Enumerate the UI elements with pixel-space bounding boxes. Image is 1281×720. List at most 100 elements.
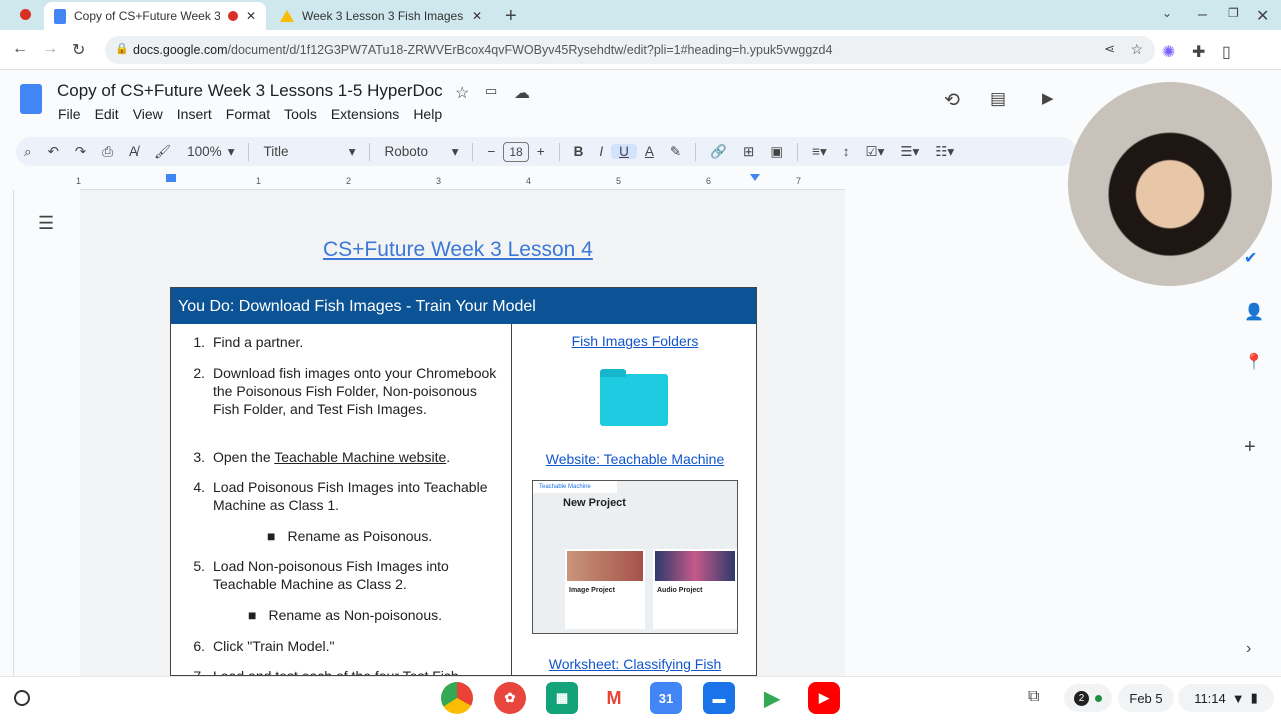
document-heading[interactable]: CS+Future Week 3 Lesson 4 — [323, 238, 593, 262]
teachable-machine-preview[interactable]: Teachable Machine New Project Image Proj… — [532, 480, 738, 634]
decrease-font-button[interactable]: − — [479, 144, 503, 159]
tab-docs[interactable]: Copy of CS+Future Week 3 ✕ — [44, 2, 266, 30]
folder-icon[interactable] — [600, 369, 668, 426]
url-input[interactable]: 🔒 docs.google.com/document/d/1f12G3PW7AT… — [105, 36, 1155, 64]
tab-drive[interactable]: Week 3 Lesson 3 Fish Images t ✕ — [270, 2, 492, 30]
restore-button[interactable]: ❐ — [1228, 6, 1239, 20]
star-icon[interactable]: ☆ — [1130, 41, 1143, 58]
lock-icon: 🔒 — [115, 43, 129, 55]
italic-button[interactable]: I — [591, 144, 611, 159]
resources-column: Fish Images Folders Website: Teachable M… — [512, 324, 756, 675]
date-button[interactable]: Feb 5 — [1118, 684, 1174, 712]
bold-button[interactable]: B — [566, 144, 592, 159]
menu-format[interactable]: Format — [226, 106, 270, 122]
menu-extensions[interactable]: Extensions — [331, 106, 399, 122]
image-icon[interactable]: ▣ — [762, 144, 791, 160]
list-item: 2. Download fish images onto your Chromeb… — [193, 365, 497, 417]
worksheet-link[interactable]: Worksheet: Classifying Fish — [512, 656, 756, 672]
font-size-input[interactable]: 18 — [503, 141, 529, 162]
minimize-button[interactable]: – — [1198, 6, 1207, 24]
vertical-ruler — [0, 190, 14, 676]
zoom-select[interactable]: 100% ▾ — [179, 144, 242, 160]
list-item: 1. Find a partner. — [193, 334, 304, 350]
tasks-icon[interactable]: ✔ — [1244, 248, 1257, 268]
close-icon[interactable]: ✕ — [472, 9, 482, 23]
play-store-icon[interactable]: ▶ — [756, 682, 788, 714]
teachable-machine-link[interactable]: Website: Teachable Machine — [512, 451, 756, 467]
close-icon[interactable]: ✕ — [246, 9, 256, 23]
cloud-icon[interactable]: ☁ — [514, 83, 530, 103]
comment-icon[interactable]: ▤ — [990, 89, 1006, 109]
checklist-icon[interactable]: ☑▾ — [858, 144, 893, 160]
extension-icon[interactable]: ✺ — [1162, 42, 1175, 62]
star-icon[interactable]: ☆ — [455, 83, 469, 103]
document-title[interactable]: Copy of CS+Future Week 3 Lessons 1-5 Hyp… — [57, 81, 443, 101]
list-item: 4. Load Poisonous Fish Images into Teacha… — [193, 479, 488, 513]
reload-button[interactable]: ↻ — [72, 40, 85, 60]
calendar-icon[interactable]: 31 — [650, 682, 682, 714]
sidepanel-icon[interactable]: ▯ — [1222, 42, 1231, 62]
search-icon[interactable]: ⌕ — [16, 144, 40, 160]
notification-tray[interactable]: 2 — [1064, 684, 1112, 712]
classroom-icon[interactable]: ▦ — [546, 682, 578, 714]
youtube-icon[interactable]: ▶ — [808, 682, 840, 714]
history-icon[interactable]: ⟲ — [944, 89, 960, 112]
link-icon[interactable]: 🔗 — [702, 144, 735, 160]
chevron-down-icon[interactable]: ⌄ — [1162, 6, 1172, 20]
back-button[interactable]: ← — [12, 40, 28, 58]
share-icon[interactable]: ⋖ — [1104, 41, 1115, 57]
gmail-icon[interactable]: M — [598, 682, 630, 714]
underline-button[interactable]: U — [611, 144, 637, 159]
ruler[interactable]: 1 1 2 3 4 5 6 7 — [76, 174, 845, 190]
add-icon[interactable]: + — [1244, 436, 1256, 459]
menu-edit[interactable]: Edit — [95, 106, 119, 122]
files-icon[interactable]: ▬ — [703, 682, 735, 714]
redo-icon[interactable]: ↷ — [67, 144, 94, 160]
right-indent-marker[interactable] — [750, 174, 760, 181]
teachable-machine-link[interactable]: Teachable Machine website — [274, 449, 446, 465]
menu-tools[interactable]: Tools — [284, 106, 317, 122]
paint-format-icon[interactable]: 🖌 — [146, 144, 179, 160]
align-icon[interactable]: ≡▾ — [804, 144, 835, 160]
menu-bar: File Edit View Insert Format Tools Exten… — [58, 106, 442, 122]
meet-icon[interactable]: ▶ — [1042, 89, 1054, 107]
list-item: 6. Click "Train Model." — [193, 638, 335, 654]
menu-insert[interactable]: Insert — [177, 106, 212, 122]
add-comment-icon[interactable]: ⊞ — [735, 144, 762, 160]
app-icon[interactable]: ✿ — [494, 682, 526, 714]
fish-folders-link[interactable]: Fish Images Folders — [512, 333, 756, 349]
spellcheck-icon[interactable]: A̸ — [121, 144, 146, 159]
forward-button[interactable]: → — [42, 40, 58, 58]
indent-marker[interactable] — [166, 174, 176, 182]
docs-logo[interactable] — [20, 84, 42, 114]
bullet-list-icon[interactable]: ☰▾ — [892, 144, 927, 160]
move-folder-icon[interactable]: ▭ — [485, 83, 497, 99]
table-header: You Do: Download Fish Images - Train You… — [171, 288, 756, 324]
close-window-button[interactable]: ✕ — [1256, 6, 1269, 26]
recording-icon — [20, 9, 31, 20]
line-spacing-icon[interactable]: ↕ — [835, 144, 858, 159]
undo-icon[interactable]: ↶ — [40, 144, 67, 160]
contacts-icon[interactable]: 👤 — [1244, 302, 1264, 322]
chrome-icon[interactable] — [441, 682, 473, 714]
list-item: 3. Open the Teachable Machine website. — [193, 449, 451, 465]
menu-file[interactable]: File — [58, 106, 81, 122]
screen-capture-icon[interactable]: ⧉ — [1028, 688, 1039, 706]
text-color-button[interactable]: A — [637, 144, 662, 159]
print-icon[interactable]: ⎙ — [94, 144, 121, 160]
numbered-list-icon[interactable]: ☷▾ — [927, 144, 962, 160]
outline-icon[interactable]: ☰ — [38, 213, 54, 234]
chevron-right-icon[interactable]: › — [1246, 640, 1251, 658]
increase-font-button[interactable]: + — [529, 144, 553, 159]
menu-view[interactable]: View — [133, 106, 163, 122]
new-tab-button[interactable]: + — [505, 5, 517, 28]
highlight-icon[interactable]: ✎ — [662, 144, 689, 160]
font-select[interactable]: Roboto ▾ — [376, 144, 466, 160]
wifi-icon: ▼ — [1231, 690, 1245, 706]
system-tray[interactable]: 11:14 ▼ ▮ — [1178, 684, 1274, 712]
menu-help[interactable]: Help — [413, 106, 442, 122]
launcher-icon[interactable] — [14, 690, 30, 706]
style-select[interactable]: Title ▾ — [255, 144, 363, 160]
puzzle-icon[interactable]: ✚ — [1192, 42, 1205, 62]
maps-icon[interactable]: 📍 — [1244, 352, 1264, 372]
